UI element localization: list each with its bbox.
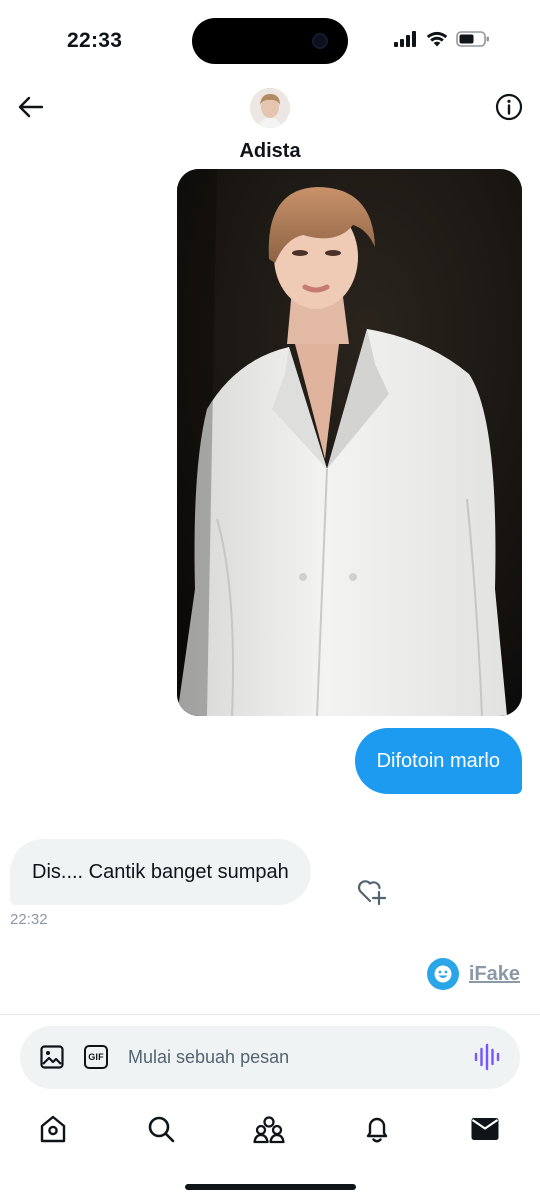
tab-notifications[interactable] — [360, 1112, 394, 1146]
photo-message[interactable] — [177, 169, 522, 716]
tab-search[interactable] — [144, 1112, 178, 1146]
info-icon — [495, 93, 523, 121]
watermark-text: iFake — [468, 962, 520, 985]
conversation-header: Adista — [0, 80, 540, 165]
avatar-image — [250, 88, 290, 128]
info-button[interactable] — [492, 90, 526, 124]
communities-icon — [253, 1116, 285, 1144]
home-indicator — [185, 1184, 356, 1190]
gif-icon: GIF — [88, 1052, 104, 1062]
message-input[interactable] — [128, 1042, 458, 1072]
arrow-left-icon — [18, 96, 44, 118]
contact-name[interactable]: Adista — [0, 140, 540, 163]
search-icon — [148, 1116, 175, 1143]
back-button[interactable] — [14, 90, 48, 124]
gif-button[interactable]: GIF — [84, 1045, 108, 1069]
status-bar: 22:33 — [0, 0, 540, 80]
tab-messages[interactable] — [468, 1112, 502, 1146]
photo-image — [177, 169, 522, 716]
add-image-button[interactable] — [40, 1045, 64, 1074]
voice-waveform-icon — [474, 1043, 500, 1071]
composer-divider — [0, 1014, 540, 1015]
message-text: Dis.... Cantik banget sumpah — [32, 860, 289, 883]
notifications-icon — [366, 1117, 388, 1143]
cellular-signal-icon — [394, 31, 416, 47]
watermark: iFake — [426, 958, 520, 990]
heart-plus-icon — [357, 880, 387, 906]
smiley-logo-icon — [426, 958, 459, 990]
home-icon — [40, 1115, 66, 1143]
message-text: Difotoin marlo — [376, 749, 500, 772]
wifi-icon — [426, 31, 448, 47]
dynamic-island — [192, 18, 348, 64]
status-time: 22:33 — [67, 29, 123, 52]
add-reaction-button[interactable] — [356, 876, 388, 906]
voice-message-button[interactable] — [474, 1043, 500, 1076]
tab-home[interactable] — [36, 1112, 70, 1146]
outgoing-message-bubble[interactable]: Difotoin marlo — [354, 728, 522, 794]
tab-communities[interactable] — [252, 1112, 286, 1146]
messages-icon — [471, 1118, 499, 1140]
battery-icon — [456, 31, 489, 47]
status-icons — [394, 31, 490, 47]
message-timestamp: 22:32 — [10, 911, 48, 928]
camera-dot — [312, 33, 328, 49]
bottom-tab-bar — [0, 1108, 540, 1152]
contact-avatar[interactable] — [250, 88, 290, 128]
incoming-message-bubble[interactable]: Dis.... Cantik banget sumpah — [10, 839, 311, 905]
message-composer: GIF — [20, 1026, 520, 1089]
image-icon — [40, 1045, 64, 1069]
